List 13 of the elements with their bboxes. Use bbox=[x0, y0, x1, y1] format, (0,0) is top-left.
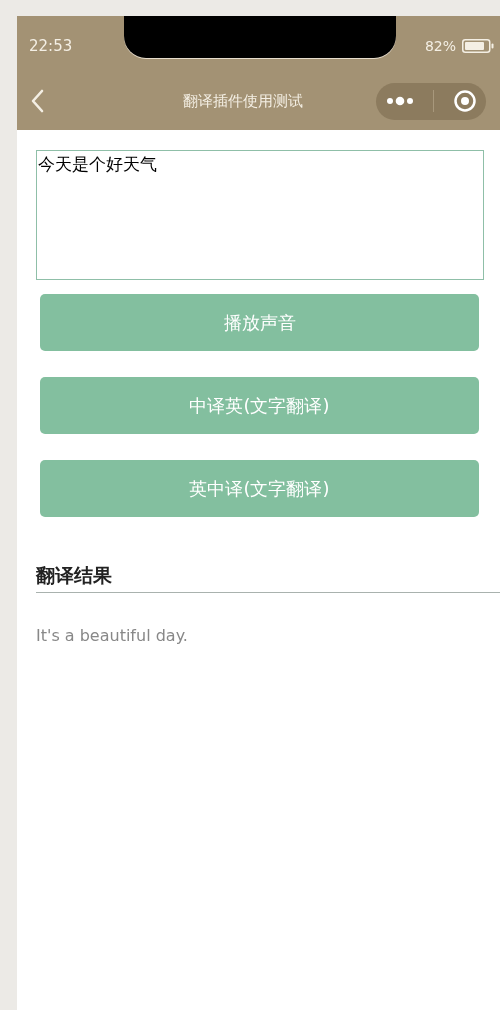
back-icon[interactable] bbox=[30, 89, 44, 113]
page-title: 翻译插件使用测试 bbox=[182, 91, 303, 111]
text-input[interactable]: 今天是个好天气 bbox=[36, 150, 484, 280]
battery-percent: 82% bbox=[424, 38, 456, 54]
battery-icon bbox=[462, 39, 494, 53]
status-time: 22:53 bbox=[29, 37, 74, 55]
result-heading: 翻译结果 bbox=[36, 563, 500, 593]
close-icon[interactable] bbox=[452, 89, 477, 113]
action-button[interactable]: 英中译(文字翻译) bbox=[40, 460, 479, 517]
result-text: It's a beautiful day. bbox=[36, 626, 189, 645]
action-button[interactable]: 播放声音 bbox=[40, 294, 479, 351]
more-icon[interactable] bbox=[385, 95, 416, 107]
action-button[interactable]: 中译英(文字翻译) bbox=[40, 377, 479, 434]
